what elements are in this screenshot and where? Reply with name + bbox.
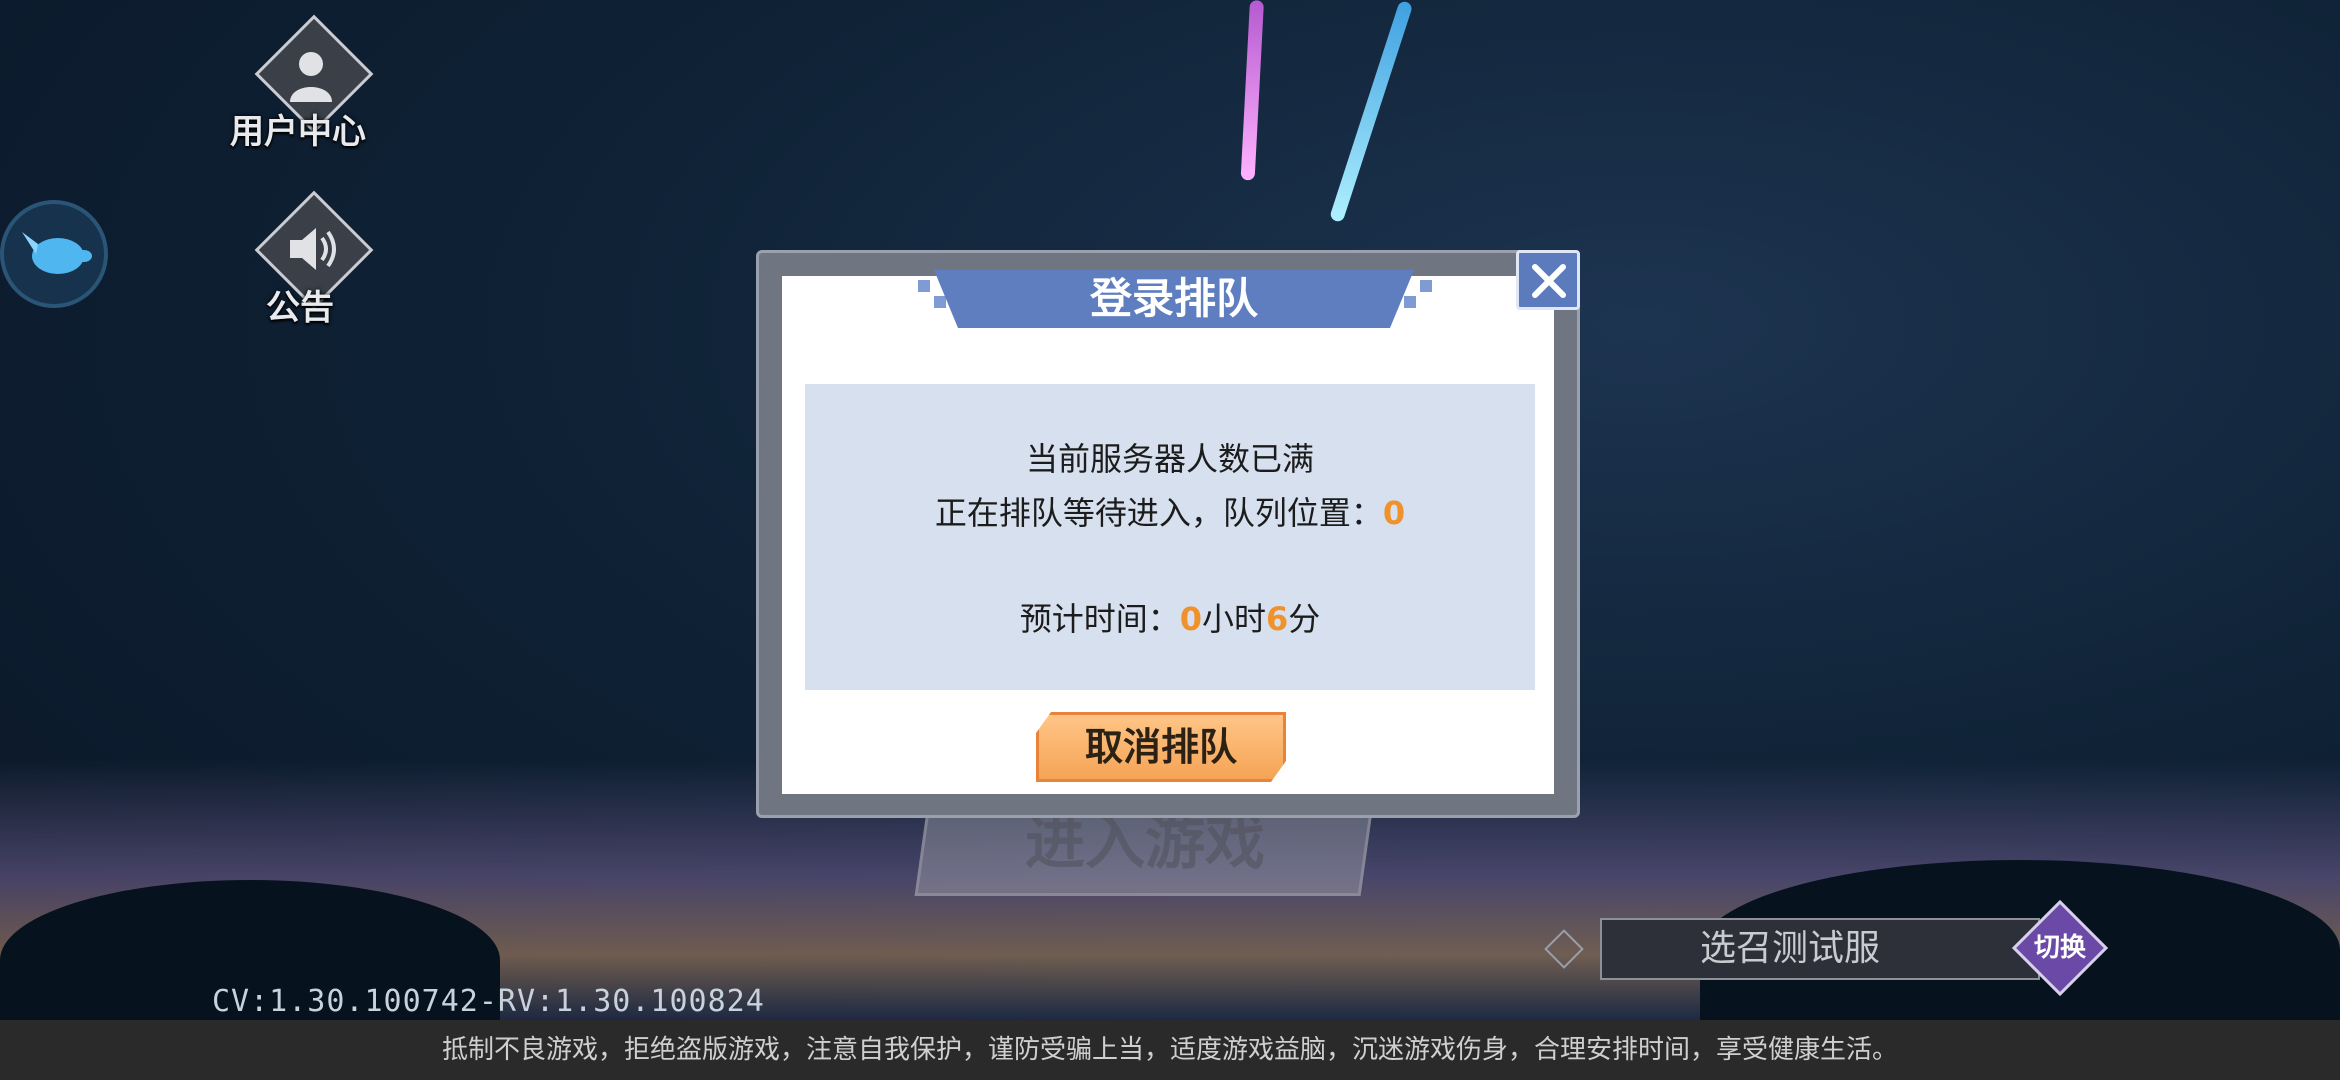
avatar[interactable]	[0, 200, 108, 308]
queue-info-box: 当前服务器人数已满 正在排队等待进入，队列位置：0 预计时间：0小时6分	[805, 384, 1535, 690]
queue-position-line: 正在排队等待进入，队列位置：0	[805, 488, 1535, 534]
cancel-queue-label: 取消排队	[1084, 725, 1237, 769]
server-full-message: 当前服务器人数已满	[1025, 440, 1314, 478]
user-center-label: 用户中心	[230, 112, 366, 152]
eta-line: 预计时间：0小时6分	[805, 594, 1535, 640]
dialog-title: 登录排队	[1089, 274, 1258, 323]
eta-minutes: 6	[1266, 600, 1289, 638]
health-notice-text: 抵制不良游戏，拒绝盗版游戏，注意自我保护，谨防受骗上当，适度游戏益脑，沉迷游戏伤…	[441, 1035, 1898, 1065]
light-streak	[1328, 0, 1414, 224]
server-selector[interactable]: 选召测试服	[1600, 918, 2040, 980]
switch-server-button[interactable]: 切换	[2011, 899, 2109, 997]
title-decoration	[918, 280, 930, 292]
speaker-icon	[290, 228, 336, 270]
light-streak	[1240, 0, 1264, 181]
title-decoration	[934, 296, 946, 308]
eta-hours: 0	[1179, 600, 1202, 638]
queue-position-value: 0	[1382, 494, 1406, 532]
user-icon	[290, 52, 332, 102]
title-decoration	[1404, 296, 1416, 308]
flying-pig-icon	[22, 232, 92, 274]
server-name: 选召测试服	[1699, 928, 1880, 969]
version-text: CV:1.30.100742-RV:1.30.100824	[212, 984, 765, 1019]
announcement-button[interactable]: 公告	[230, 190, 390, 328]
title-decoration	[1420, 280, 1432, 292]
announcement-label: 公告	[266, 288, 334, 328]
cancel-queue-button[interactable]: 取消排队	[1036, 712, 1286, 782]
eta-label: 预计时间：	[1019, 600, 1180, 638]
switch-server-label: 切换	[2033, 933, 2086, 963]
health-notice-bar: 抵制不良游戏，拒绝盗版游戏，注意自我保护，谨防受骗上当，适度游戏益脑，沉迷游戏伤…	[0, 1020, 2340, 1080]
close-icon	[1532, 264, 1566, 298]
eta-minutes-unit: 分	[1288, 600, 1321, 638]
queue-position-label: 正在排队等待进入，队列位置：	[934, 494, 1383, 532]
dialog-title-banner: 登录排队	[934, 270, 1414, 328]
close-button[interactable]	[1516, 250, 1580, 310]
user-center-button[interactable]: 用户中心	[230, 14, 390, 152]
eta-hours-unit: 小时	[1201, 600, 1266, 638]
